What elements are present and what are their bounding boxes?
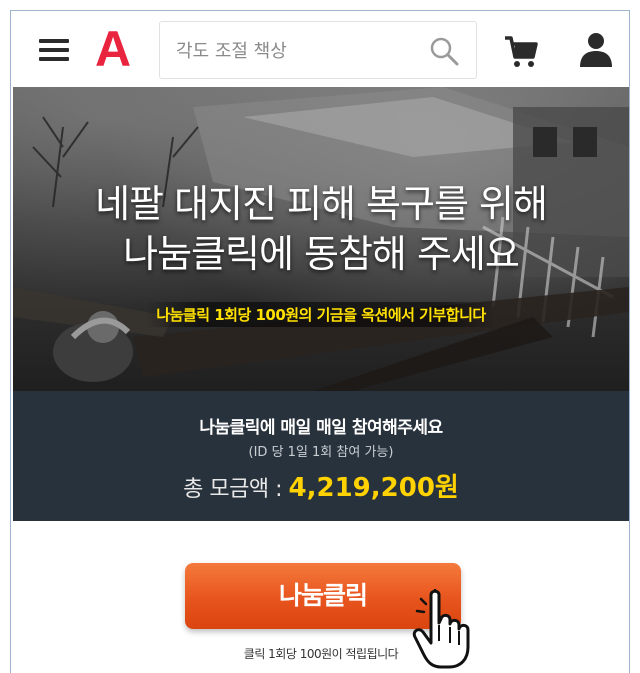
search-box[interactable]	[159, 21, 477, 79]
donation-info-panel: 나눔클릭에 매일 매일 참여해주세요 (ID 당 1일 1회 참여 가능) 총 …	[13, 391, 629, 521]
banner-subtitle: 나눔클릭 1회당 100원의 기금을 옥션에서 기부합니다	[13, 302, 629, 327]
logo[interactable]: A	[95, 19, 131, 79]
user-icon[interactable]	[579, 31, 613, 69]
banner-title-line-2: 나눔클릭에 동참해 주세요	[123, 232, 520, 276]
donate-click-button-label: 나눔클릭	[278, 581, 368, 610]
cta-note: 클릭 1회당 100원이 적립됩니다	[243, 647, 399, 661]
banner-subtitle-text: 나눔클릭 1회당 100원의 기금을 옥션에서 기부합니다	[146, 302, 496, 327]
cart-icon[interactable]	[503, 35, 539, 69]
hero-banner[interactable]: 네팔 대지진 피해 복구를 위해 나눔클릭에 동참해 주세요 나눔클릭 1회당 …	[13, 87, 629, 391]
total-amount-value: 4,219,200원	[288, 473, 459, 503]
menu-icon[interactable]	[39, 39, 69, 61]
header: A	[11, 11, 629, 87]
info-note: (ID 당 1일 1회 참여 가능)	[248, 445, 394, 460]
search-input[interactable]	[174, 34, 418, 68]
info-title: 나눔클릭에 매일 매일 참여해주세요	[199, 418, 443, 438]
total-amount: 총 모금액 : 4,219,200원	[13, 467, 629, 504]
search-icon[interactable]	[428, 35, 460, 67]
app-frame: A 각도 조절 책상 네팔 대지진 피해 복구를 위해 나눔클릭에 동참해 주세…	[10, 10, 630, 673]
total-amount-label: 총 모금액 :	[183, 477, 289, 502]
banner-title-line-1: 네팔 대지진 피해 복구를 위해	[95, 182, 548, 226]
banner-title: 네팔 대지진 피해 복구를 위해 나눔클릭에 동참해 주세요	[13, 179, 629, 279]
